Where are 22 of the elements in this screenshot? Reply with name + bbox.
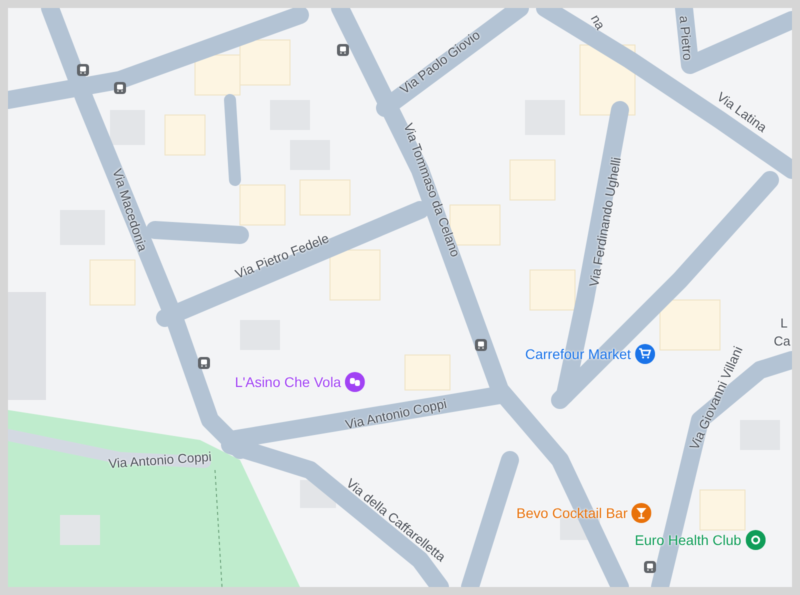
bus-stop-icon[interactable] — [475, 339, 487, 351]
street-label: Via Ferdinando Ughelli — [587, 156, 623, 288]
street-label: Via Antonio Coppi — [344, 396, 448, 432]
street-label: L — [780, 316, 788, 330]
cocktail-glass-icon[interactable] — [632, 503, 652, 523]
bus-stop-icon[interactable] — [114, 82, 126, 94]
masks-icon[interactable] — [345, 372, 366, 392]
bus-stop-icon[interactable] — [337, 44, 349, 56]
street-label: Via Antonio Coppi — [108, 450, 212, 470]
bus-stop-icon[interactable] — [77, 64, 89, 76]
place-label[interactable]: L'Asino Che Vola — [234, 375, 342, 389]
street-label: Via Pietro Fedele — [233, 231, 331, 281]
cart-icon[interactable] — [634, 344, 655, 364]
street-label: Ca — [774, 334, 790, 348]
place-label[interactable]: Euro Health Club — [634, 533, 742, 547]
street-label: a Pietro — [678, 15, 694, 61]
bus-stop-icon[interactable] — [198, 357, 210, 369]
place-label[interactable]: Carrefour Market — [525, 347, 631, 361]
pin-dot-icon[interactable] — [745, 530, 766, 550]
street-label: na — [588, 12, 608, 32]
place-label[interactable]: Bevo Cocktail Bar — [516, 506, 628, 520]
bus-stop-icon[interactable] — [644, 561, 656, 573]
